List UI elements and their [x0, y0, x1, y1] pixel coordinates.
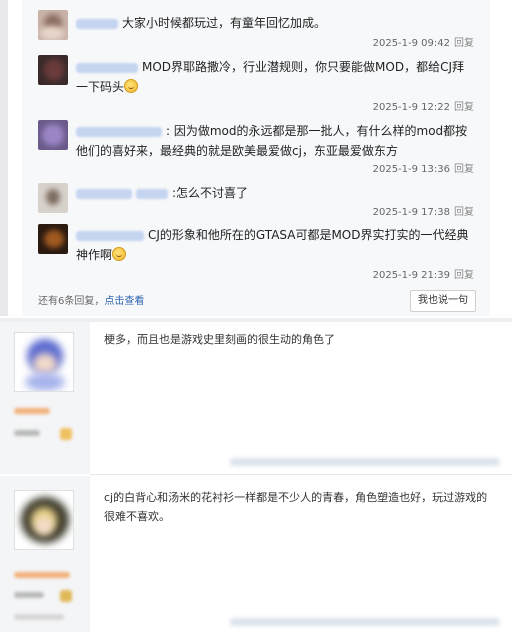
username[interactable] — [76, 126, 162, 137]
smile-emoji-icon — [112, 247, 127, 261]
post-text: cj的白背心和汤米的花衬衫一样都是不少人的青春，角色塑造也好，玩过游戏的很难不喜… — [104, 491, 488, 523]
reply-link[interactable]: 回复 — [454, 270, 474, 281]
timestamp: 2025-1-9 09:42 — [372, 38, 450, 49]
level-badge-icon — [60, 428, 72, 440]
sub-reply-item: CJ的形象和他所在的GTASA可都是MOD界实打实的一代经典神作啊 2025-1… — [38, 224, 478, 282]
username[interactable] — [76, 18, 118, 29]
username[interactable] — [14, 408, 50, 414]
more-replies-count: 还有6条回复， — [38, 296, 105, 307]
sub-reply-panel: 大家小时候都玩过，有童年回忆加成。 2025-1-9 09:42 回复 MOD界耶… — [22, 0, 490, 316]
reply-link[interactable]: 回复 — [454, 207, 474, 218]
user-level — [14, 430, 40, 436]
avatar[interactable] — [38, 10, 68, 40]
post-item: 梗多，而且也是游戏史里刻画的很生动的角色了 — [0, 322, 512, 474]
say-something-button[interactable]: 我也说一句 — [410, 290, 476, 312]
avatar[interactable] — [38, 183, 68, 213]
user-stats — [14, 614, 64, 620]
level-badge-icon — [60, 590, 72, 602]
sub-reply-item: :怎么不讨喜了 2025-1-9 17:38 回复 — [38, 183, 478, 219]
reply-link[interactable]: 回复 — [454, 38, 474, 49]
reply-link[interactable]: 回复 — [454, 102, 474, 113]
username[interactable] — [76, 188, 132, 199]
sub-reply-text: :怎么不讨喜了 — [172, 186, 249, 200]
avatar[interactable] — [14, 490, 74, 550]
post-footer — [230, 458, 500, 466]
username[interactable] — [136, 188, 168, 199]
sub-reply-item: : 因为做mod的永远都是那一批人，有什么样的mod都按他们的喜好来，最经典的就… — [38, 120, 478, 176]
sub-reply-meta: 2025-1-9 21:39 回复 — [373, 266, 474, 281]
avatar[interactable] — [14, 332, 74, 392]
sub-reply-text: 大家小时候都玩过，有童年回忆加成。 — [122, 16, 327, 30]
post-text: 梗多，而且也是游戏史里刻画的很生动的角色了 — [104, 333, 335, 346]
sub-reply-meta: 2025-1-9 17:38 回复 — [373, 203, 474, 218]
avatar[interactable] — [38, 55, 68, 85]
reply-link[interactable]: 回复 — [454, 164, 474, 175]
avatar[interactable] — [38, 224, 68, 254]
post-separator — [90, 474, 512, 475]
smile-emoji-icon — [124, 79, 139, 93]
username[interactable] — [14, 572, 70, 578]
timestamp: 2025-1-9 21:39 — [372, 270, 450, 281]
timestamp: 2025-1-9 12:22 — [372, 102, 450, 113]
view-more-link[interactable]: 点击查看 — [104, 296, 144, 307]
sub-reply-item: 大家小时候都玩过，有童年回忆加成。 2025-1-9 09:42 回复 — [38, 10, 478, 50]
sub-reply-meta: 2025-1-9 13:36 回复 — [373, 160, 474, 175]
timestamp: 2025-1-9 17:38 — [372, 207, 450, 218]
sub-reply-meta: 2025-1-9 09:42 回复 — [373, 34, 474, 49]
user-level — [14, 592, 44, 598]
sub-reply-meta: 2025-1-9 12:22 回复 — [373, 98, 474, 113]
post-footer — [230, 618, 500, 626]
more-replies: 还有6条回复，点击查看 — [38, 292, 144, 307]
timestamp: 2025-1-9 13:36 — [372, 164, 450, 175]
left-edge-strip — [0, 0, 8, 316]
username[interactable] — [76, 230, 144, 241]
avatar[interactable] — [38, 120, 68, 150]
username[interactable] — [76, 62, 138, 73]
sub-reply-item: MOD界耶路撒冷，行业潜规则，你只要能做MOD，都给CJ拜一下码头 2025-1… — [38, 55, 478, 113]
post-item: cj的白背心和汤米的花衬衫一样都是不少人的青春，角色塑造也好，玩过游戏的很难不喜… — [0, 476, 512, 632]
